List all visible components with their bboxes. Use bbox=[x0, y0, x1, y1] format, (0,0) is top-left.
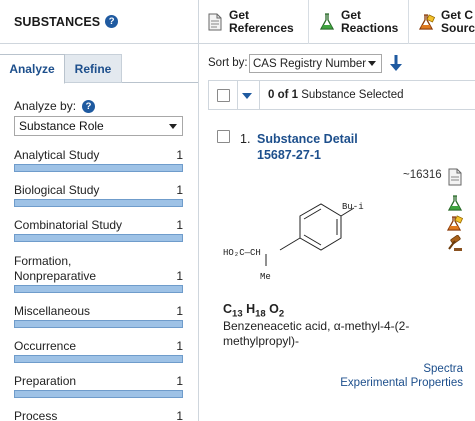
get-sources-label: Sourc bbox=[441, 21, 475, 35]
reference-count: ~16316 bbox=[403, 169, 442, 181]
facet-label: Occurrence bbox=[14, 339, 77, 353]
facet-count: 1 bbox=[176, 304, 183, 318]
structure-label: HO₂C—CH bbox=[223, 248, 261, 258]
toolbar: Get References Get Reactions Get C Sourc bbox=[199, 0, 475, 44]
get-reactions-button[interactable]: Get Reactions bbox=[309, 0, 409, 44]
facet-count: 1 bbox=[176, 148, 183, 162]
panel-header: SUBSTANCES ? bbox=[0, 0, 198, 44]
analyze-by-label: Analyze by: bbox=[14, 99, 77, 113]
flask-tag-icon[interactable] bbox=[446, 215, 464, 231]
select-all-checkbox[interactable] bbox=[217, 89, 230, 102]
chemical-name: Benzeneacetic acid, α-methyl-4-(2-methyl… bbox=[223, 319, 410, 348]
selection-status: 0 of 1 Substance Selected bbox=[268, 89, 404, 101]
analysis-panel: SUBSTANCES ? Analyze Refine Analyze by: … bbox=[0, 0, 198, 421]
facet-bar[interactable] bbox=[14, 164, 183, 172]
facet-label: Miscellaneous bbox=[14, 304, 91, 318]
facet-item[interactable]: Miscellaneous 1 bbox=[14, 304, 184, 330]
facet-label: Process bbox=[14, 409, 58, 421]
analyze-by-select[interactable]: Substance Role bbox=[14, 116, 183, 136]
facet-count: 1 bbox=[176, 269, 183, 283]
document-icon bbox=[207, 13, 223, 31]
facet-bar[interactable] bbox=[14, 199, 183, 207]
flask-icon bbox=[319, 13, 335, 31]
facet-label: Biological Study bbox=[14, 183, 100, 197]
facet-count: 1 bbox=[176, 218, 183, 232]
references-icon[interactable] bbox=[447, 168, 463, 186]
facet-label: Combinatorial Study bbox=[14, 218, 123, 232]
structure-label: Bu-i bbox=[342, 202, 364, 212]
gavel-icon[interactable] bbox=[447, 234, 463, 251]
get-reactions-label: Reactions bbox=[341, 21, 399, 35]
get-references-label: References bbox=[229, 21, 294, 35]
analyze-by-row: Analyze by: ? bbox=[14, 99, 96, 113]
panel-tabs: Analyze Refine bbox=[0, 54, 198, 84]
structure-label: Me bbox=[260, 272, 271, 282]
facet-item[interactable]: Biological Study 1 bbox=[14, 183, 184, 209]
facet-label: Formation, bbox=[14, 254, 72, 268]
substance-detail-label: Substance Detail bbox=[257, 132, 358, 146]
facet-label: Analytical Study bbox=[14, 148, 100, 162]
facet-count: 1 bbox=[176, 339, 183, 353]
chevron-down-icon[interactable] bbox=[242, 93, 252, 99]
help-icon[interactable]: ? bbox=[105, 15, 119, 28]
facet-label: Preparation bbox=[14, 374, 77, 388]
facet-bar[interactable] bbox=[14, 390, 183, 398]
tab-analyze[interactable]: Analyze bbox=[0, 54, 65, 84]
chemical-structure[interactable]: Bu-i HO₂C—CH Me bbox=[220, 196, 380, 286]
sort-select[interactable]: CAS Registry Number bbox=[249, 54, 382, 73]
molecular-formula: C13 H18 O2 bbox=[223, 302, 285, 320]
facet-count: 1 bbox=[176, 374, 183, 388]
facet-bar[interactable] bbox=[14, 320, 183, 328]
facet-item[interactable]: Analytical Study 1 bbox=[14, 148, 184, 174]
facet-item[interactable]: Process 1 bbox=[14, 409, 184, 421]
divider bbox=[237, 81, 238, 109]
facet-count: 1 bbox=[176, 183, 183, 197]
facet-count: 1 bbox=[176, 409, 183, 421]
flask-tag-icon bbox=[418, 13, 436, 31]
substance-detail-link[interactable]: Substance Detail 15687-27-1 bbox=[257, 131, 358, 163]
chevron-down-icon bbox=[368, 61, 376, 66]
get-commercial-sources-button[interactable]: Get C Sourc bbox=[409, 0, 475, 44]
tab-refine[interactable]: Refine bbox=[65, 54, 122, 83]
facet-bar[interactable] bbox=[14, 285, 183, 293]
divider bbox=[259, 81, 260, 109]
analyze-help-icon[interactable]: ? bbox=[82, 99, 96, 113]
spectra-link[interactable]: Spectra bbox=[423, 363, 463, 375]
facet-bar[interactable] bbox=[14, 234, 183, 242]
result-index: 1. bbox=[240, 132, 251, 146]
cas-number: 15687-27-1 bbox=[257, 148, 321, 162]
facet-label: Nonpreparative bbox=[14, 269, 97, 283]
chevron-down-icon bbox=[169, 124, 177, 129]
facet-item[interactable]: Occurrence 1 bbox=[14, 339, 184, 365]
selection-bar: 0 of 1 Substance Selected bbox=[208, 80, 475, 110]
facet-bar[interactable] bbox=[14, 355, 183, 363]
selection-count: 0 of 1 bbox=[268, 89, 299, 101]
analyze-by-value: Substance Role bbox=[19, 119, 104, 133]
sort-direction-arrow-icon[interactable] bbox=[389, 54, 403, 72]
experimental-properties-link[interactable]: Experimental Properties bbox=[340, 377, 463, 389]
facet-item[interactable]: Preparation 1 bbox=[14, 374, 184, 400]
facet-item[interactable]: Combinatorial Study 1 bbox=[14, 218, 184, 244]
panel-title: SUBSTANCES bbox=[14, 14, 101, 29]
facet-item[interactable]: Formation, Nonpreparative 1 bbox=[14, 254, 184, 294]
sort-by-label: Sort by: bbox=[208, 57, 248, 69]
result-checkbox[interactable] bbox=[217, 130, 230, 143]
selection-text: Substance Selected bbox=[298, 89, 404, 101]
get-references-button[interactable]: Get References bbox=[199, 0, 309, 44]
flask-icon[interactable] bbox=[447, 195, 463, 211]
panel-divider bbox=[198, 0, 199, 421]
sort-value: CAS Registry Number bbox=[253, 57, 367, 70]
